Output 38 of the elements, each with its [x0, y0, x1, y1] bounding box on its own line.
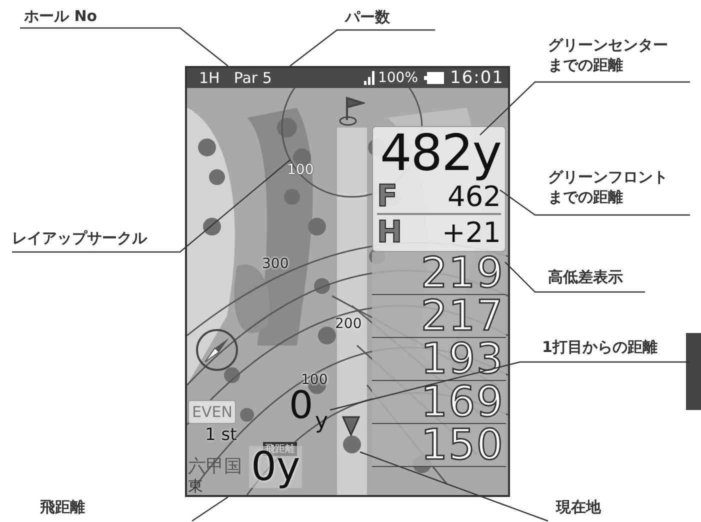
map-label: 東	[188, 477, 203, 495]
callout-label: グリーンセンター	[548, 36, 668, 56]
callout-label: ホール No	[24, 7, 98, 26]
callout-label: 1打目からの距離	[542, 338, 658, 358]
score-badge: EVEN	[188, 400, 236, 424]
position-marker-icon	[342, 416, 360, 436]
yardage-label: 100	[287, 162, 314, 178]
shot-number: 1 st	[205, 425, 237, 445]
layup-distance: 169	[372, 381, 506, 424]
signal-icon	[364, 71, 375, 85]
pin-distance-readout: 482y	[378, 127, 501, 179]
callout-label: グリーンフロント	[548, 168, 668, 188]
callout-label: 高低差表示	[548, 268, 623, 288]
layup-distance: 219	[372, 252, 506, 295]
callout-label: までの距離	[548, 188, 624, 207]
layup-distance: 150	[372, 424, 506, 467]
callout-label: 飛距離	[40, 498, 85, 518]
yardage-label: 200	[335, 316, 362, 332]
callout-label: 現在地	[556, 498, 601, 518]
flag-icon	[339, 94, 365, 126]
front-edge-distance: 462	[448, 180, 501, 212]
callout-label: レイアップサークル	[12, 229, 147, 248]
elevation-value: +21	[442, 216, 501, 248]
par-number: Par 5	[234, 69, 272, 87]
hole-number: 1H	[199, 69, 220, 87]
clock-time: 16:01	[450, 68, 504, 88]
first-shot-distance: 0	[289, 386, 314, 424]
callout-label: までの距離	[548, 56, 624, 75]
front-label: F	[377, 178, 398, 214]
battery-percent: 100%	[378, 70, 418, 86]
elevation-label: H	[377, 214, 402, 250]
yardage-label: 100	[301, 372, 328, 388]
yardage-label: 300	[262, 256, 289, 272]
callout-label: パー数	[345, 8, 390, 28]
battery-icon	[424, 72, 444, 84]
layup-distance: 217	[372, 295, 506, 338]
layup-distance: 193	[372, 338, 506, 381]
compass-icon	[195, 328, 239, 372]
